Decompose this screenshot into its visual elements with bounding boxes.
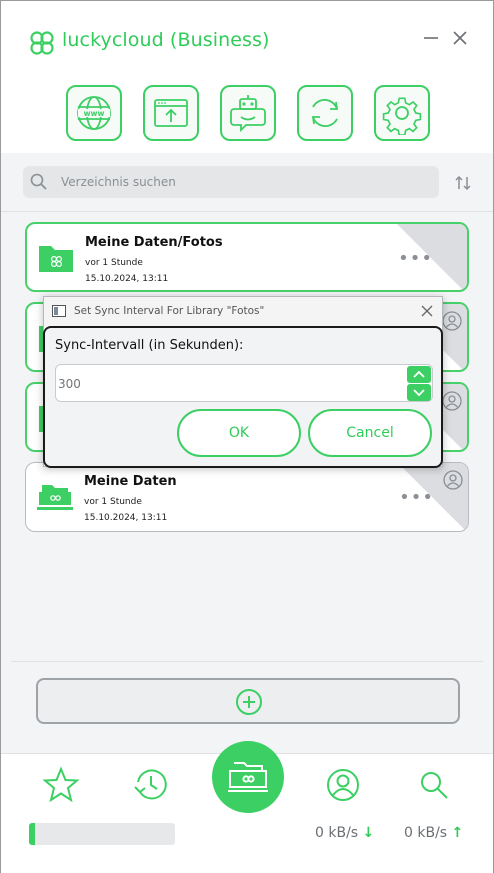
ok-button[interactable]: OK bbox=[177, 409, 301, 457]
library-name: Meine Daten/Fotos bbox=[85, 235, 223, 250]
library-name: Meine Daten bbox=[84, 474, 177, 489]
dialog-title-bar: Set Sync Interval For Library "Fotos" bbox=[44, 297, 442, 326]
toolbar: www bbox=[1, 73, 493, 153]
sync-interval-spinbox bbox=[55, 364, 433, 402]
window-icon bbox=[52, 305, 66, 317]
web-button[interactable]: www bbox=[66, 85, 122, 141]
library-icon bbox=[228, 762, 268, 792]
clover-logo-icon bbox=[30, 31, 54, 55]
chevron-down-icon bbox=[413, 389, 425, 397]
sync-arrows-icon bbox=[311, 98, 339, 128]
close-button[interactable] bbox=[449, 27, 471, 49]
settings-button[interactable] bbox=[374, 85, 430, 141]
assistant-button[interactable] bbox=[220, 85, 276, 141]
libraries-nav-button[interactable] bbox=[212, 741, 284, 813]
download-rate: 0 kB/s ↓ bbox=[315, 825, 374, 841]
progress-fill bbox=[29, 823, 35, 845]
more-options-icon[interactable]: ••• bbox=[398, 250, 433, 268]
sync-interval-dialog: Set Sync Interval For Library "Fotos" Sy… bbox=[43, 296, 443, 468]
star-icon[interactable] bbox=[42, 766, 80, 804]
user-icon bbox=[443, 470, 463, 490]
download-rate-value: 0 kB/s bbox=[315, 825, 359, 841]
plus-circle-icon bbox=[236, 689, 262, 715]
transfer-progress bbox=[29, 823, 175, 845]
increment-button[interactable] bbox=[407, 366, 431, 383]
dialog-body: Sync-Intervall (in Sekunden): OK Cancel bbox=[43, 326, 443, 468]
search-icon bbox=[30, 173, 47, 190]
user-icon[interactable] bbox=[324, 766, 362, 804]
library-modified: vor 1 Stunde bbox=[84, 497, 142, 507]
search-bar bbox=[23, 166, 439, 198]
user-icon bbox=[442, 311, 462, 331]
minimize-button[interactable] bbox=[420, 27, 442, 49]
arrow-down-icon: ↓ bbox=[362, 825, 375, 841]
close-icon bbox=[453, 31, 467, 45]
app-title: luckycloud (Business) bbox=[62, 29, 270, 51]
library-modified: vor 1 Stunde bbox=[85, 258, 143, 268]
search-icon[interactable] bbox=[415, 766, 453, 804]
add-library-button[interactable] bbox=[36, 678, 460, 724]
decrement-button[interactable] bbox=[407, 384, 431, 401]
globe-www-icon: www bbox=[77, 96, 111, 130]
close-icon[interactable] bbox=[418, 302, 436, 320]
library-date: 15.10.2024, 13:11 bbox=[85, 274, 169, 284]
history-icon[interactable] bbox=[132, 766, 170, 804]
library-card[interactable]: Meine Daten/Fotos vor 1 Stunde 15.10.202… bbox=[25, 222, 469, 292]
status-bar: 0 kB/s ↓ 0 kB/s ↑ bbox=[1, 815, 493, 873]
sort-icon[interactable] bbox=[451, 171, 475, 195]
divider bbox=[1, 211, 493, 212]
folder-icon bbox=[39, 246, 73, 272]
title-bar: luckycloud (Business) bbox=[1, 1, 493, 73]
dialog-title: Set Sync Interval For Library "Fotos" bbox=[74, 305, 265, 317]
robot-chat-icon bbox=[230, 95, 266, 133]
library-date: 15.10.2024, 13:11 bbox=[84, 513, 168, 523]
sync-button[interactable] bbox=[297, 85, 353, 141]
upload-button[interactable] bbox=[143, 85, 199, 141]
chevron-up-icon bbox=[413, 370, 425, 378]
upload-rate: 0 kB/s ↑ bbox=[404, 825, 463, 841]
sync-interval-input[interactable] bbox=[58, 375, 358, 393]
divider bbox=[11, 661, 483, 662]
gear-icon bbox=[382, 97, 422, 135]
browser-upload-icon bbox=[154, 99, 188, 127]
svg-text:www: www bbox=[84, 109, 105, 118]
upload-rate-value: 0 kB/s bbox=[404, 825, 448, 841]
cancel-button[interactable]: Cancel bbox=[308, 409, 432, 457]
minimize-icon bbox=[424, 37, 438, 39]
search-input[interactable] bbox=[61, 171, 421, 193]
arrow-up-icon: ↑ bbox=[451, 825, 464, 841]
more-options-icon[interactable]: ••• bbox=[399, 489, 434, 507]
sync-interval-label: Sync-Intervall (in Sekunden): bbox=[55, 338, 244, 353]
app-window: luckycloud (Business) www Verzeichnis su… bbox=[0, 0, 494, 873]
library-icon bbox=[37, 485, 73, 510]
library-card[interactable]: Meine Daten vor 1 Stunde 15.10.2024, 13:… bbox=[25, 462, 469, 532]
user-icon bbox=[442, 391, 462, 411]
